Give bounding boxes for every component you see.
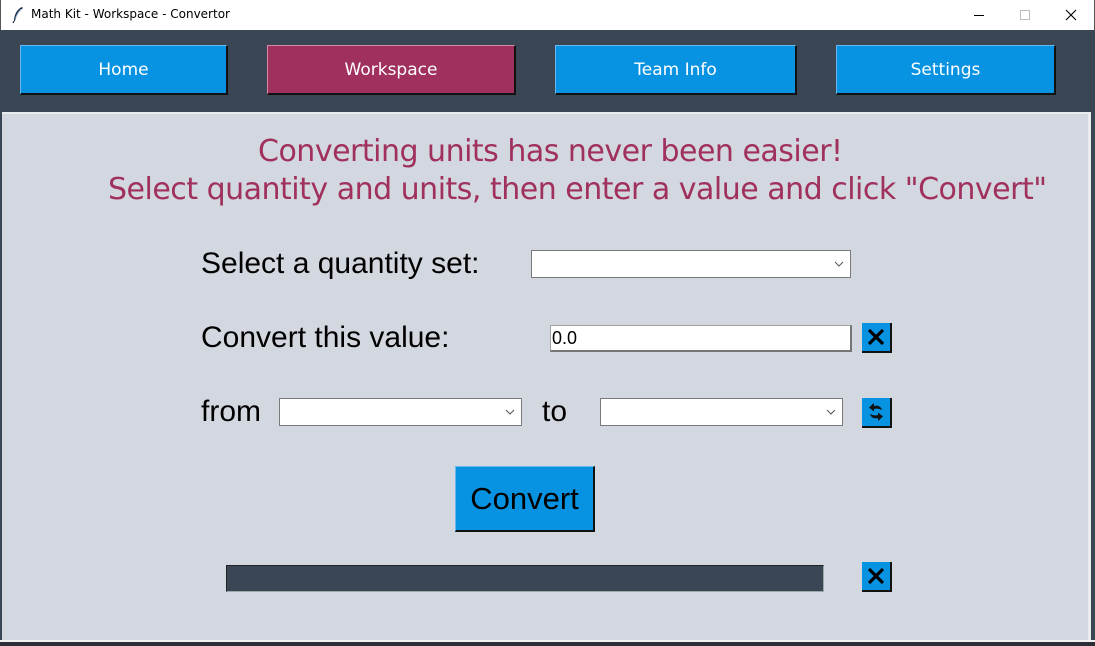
clear-value-button[interactable] xyxy=(862,323,892,353)
to-unit-select[interactable] xyxy=(600,398,843,426)
chevron-down-icon xyxy=(505,409,515,415)
swap-arrows-icon xyxy=(869,403,883,421)
convert-value-label: Convert this value: xyxy=(201,321,450,354)
clear-result-button[interactable] xyxy=(862,562,892,592)
window-titlebar: Math Kit - Workspace - Convertor xyxy=(0,0,1095,30)
from-unit-select[interactable] xyxy=(279,398,522,426)
window-bottom-border xyxy=(0,640,1095,646)
clear-x-icon xyxy=(867,567,885,585)
minimize-button[interactable] xyxy=(956,0,1002,30)
to-label: to xyxy=(542,395,568,428)
window-title: Math Kit - Workspace - Convertor xyxy=(31,7,230,21)
value-input[interactable] xyxy=(550,325,852,352)
minimize-icon xyxy=(974,15,984,16)
swap-units-button[interactable] xyxy=(862,398,892,428)
convertor-panel: Converting units has never been easier! … xyxy=(2,112,1091,640)
close-button[interactable] xyxy=(1048,0,1094,30)
chevron-down-icon xyxy=(826,409,836,415)
nav-workspace-label: Workspace xyxy=(344,59,438,80)
convert-button[interactable]: Convert xyxy=(455,466,595,532)
maximize-button[interactable] xyxy=(1002,0,1048,30)
nav-workspace-button[interactable]: Workspace xyxy=(267,45,516,95)
quantity-set-select[interactable] xyxy=(531,250,851,278)
maximize-icon xyxy=(1020,10,1030,20)
headline-line-2: Select quantity and units, then enter a … xyxy=(108,172,1047,207)
navbar: Home Workspace Team Info Settings xyxy=(0,30,1095,112)
chevron-down-icon xyxy=(834,261,844,267)
convert-button-label: Convert xyxy=(470,480,579,516)
nav-team-info-button[interactable]: Team Info xyxy=(555,45,797,95)
clear-x-icon xyxy=(867,328,885,346)
from-label: from xyxy=(201,395,261,428)
close-icon xyxy=(1065,9,1077,21)
nav-home-button[interactable]: Home xyxy=(20,45,228,95)
feather-icon xyxy=(12,7,23,24)
quantity-set-label: Select a quantity set: xyxy=(201,247,480,280)
nav-settings-button[interactable]: Settings xyxy=(836,45,1056,95)
headline-line-1: Converting units has never been easier! xyxy=(258,134,843,169)
result-output xyxy=(226,565,824,592)
nav-settings-label: Settings xyxy=(910,59,981,80)
nav-team-info-label: Team Info xyxy=(634,59,717,80)
nav-home-label: Home xyxy=(98,59,149,80)
